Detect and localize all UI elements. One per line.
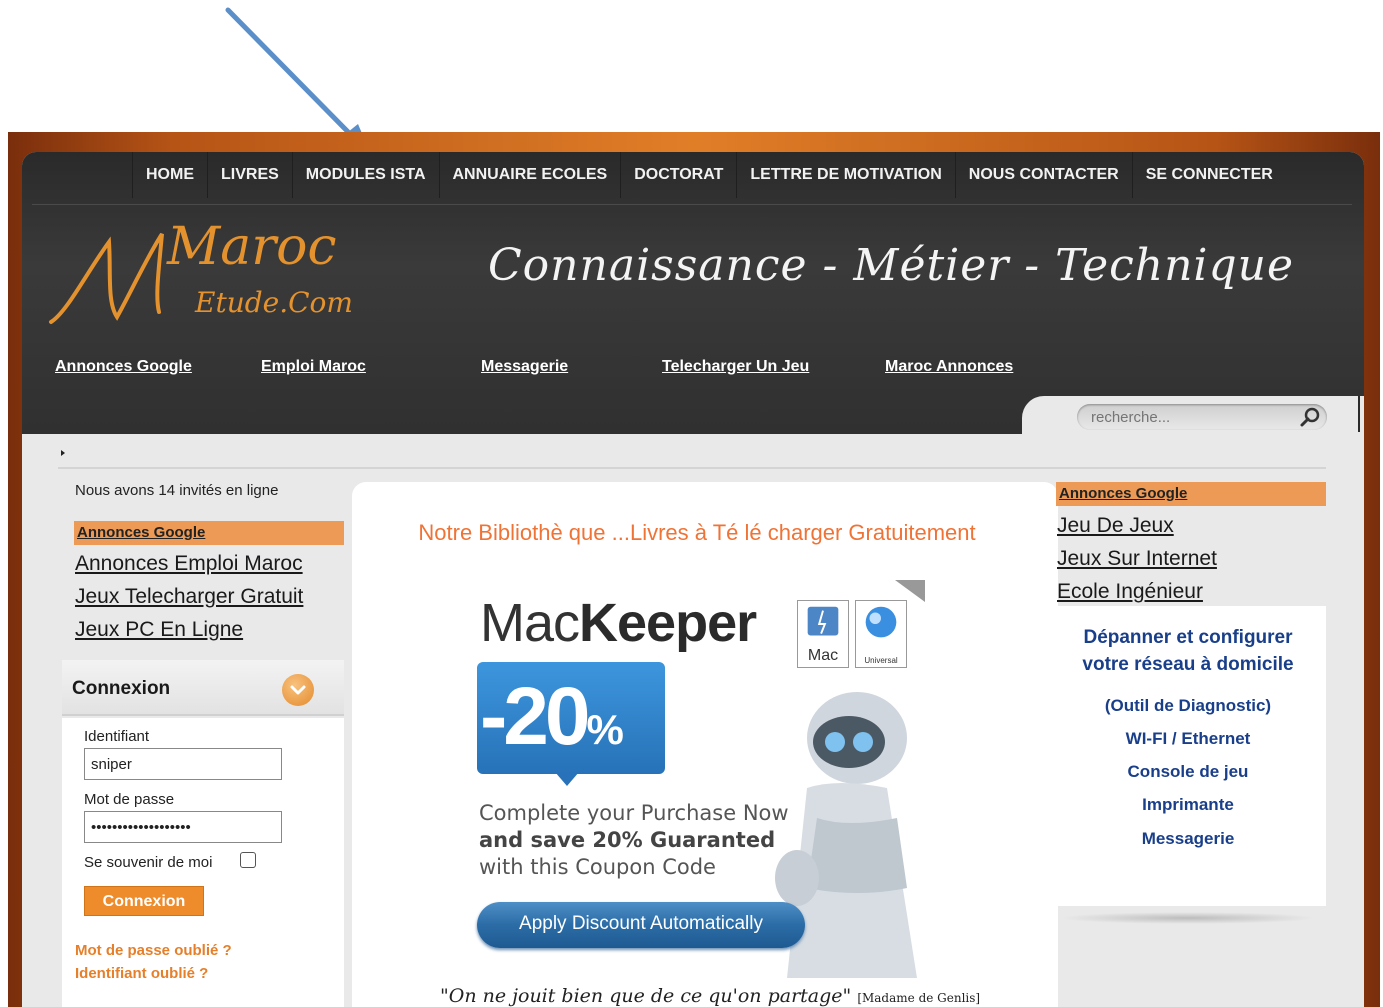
ads-links-left: Annonces Emploi Maroc Jeux Telecharger G…: [75, 552, 303, 651]
main-content: Notre Bibliothè que ...Livres à Té lé ch…: [352, 482, 1058, 1007]
breadcrumb-divider: [58, 467, 1326, 469]
network-promo[interactable]: Dépanner et configurer votre réseau à do…: [1050, 606, 1326, 906]
sub-navigation: Annonces Google Emploi Maroc Messagerie …: [55, 358, 1055, 382]
page: { "topnav": { "items": ["HOME", "LIVRES"…: [0, 0, 1383, 1007]
subnav-annonces-google[interactable]: Annonces Google: [55, 358, 192, 376]
nav-divider: [32, 204, 1352, 205]
login-title: Connexion: [72, 678, 171, 699]
ad-link-jeux-sur-internet[interactable]: Jeux Sur Internet: [1057, 547, 1217, 580]
nav-annuaire-ecoles[interactable]: ANNUAIRE ECOLES: [438, 152, 621, 198]
discount-value: -20%: [480, 671, 624, 762]
forgot-password-link[interactable]: Mot de passe oublié ?: [75, 942, 232, 959]
username-field[interactable]: [84, 748, 282, 780]
top-navigation: HOME LIVRES MODULES ISTA ANNUAIRE ECOLES…: [132, 152, 1286, 198]
mackeeper-ad[interactable]: MacKeeper Mac Universal -20% Complete yo…: [477, 580, 927, 978]
promo-item: Messagerie: [1141, 829, 1235, 848]
search-icon[interactable]: [1299, 406, 1321, 428]
ads-header-right[interactable]: Annonces Google: [1056, 482, 1326, 506]
site-tagline: Connaissance - Métier - Technique: [488, 240, 1295, 291]
ad-link-jeu-de-jeux[interactable]: Jeu De Jeux: [1057, 514, 1217, 547]
login-button[interactable]: Connexion: [84, 886, 204, 916]
badge-tail-icon: [555, 772, 579, 786]
subnav-maroc-annonces[interactable]: Maroc Annonces: [885, 358, 1013, 376]
ads-header-left[interactable]: Annonces Google: [74, 521, 344, 545]
search-input[interactable]: [1091, 408, 1291, 426]
subnav-telecharger-un-jeu[interactable]: Telecharger Un Jeu: [662, 358, 809, 376]
right-column: Annonces Google Jeu De Jeux Jeux Sur Int…: [1050, 482, 1326, 1007]
nav-doctorat[interactable]: DOCTORAT: [620, 152, 736, 198]
mac-os-icon: Mac: [797, 600, 849, 668]
username-label: Identifiant: [84, 728, 150, 745]
site-logo[interactable]: Maroc Etude.Com: [47, 212, 387, 342]
apply-discount-button[interactable]: Apply Discount Automatically: [477, 902, 805, 948]
ads-links-right: Jeu De Jeux Jeux Sur Internet Ecole Ingé…: [1057, 514, 1217, 613]
nav-se-connecter[interactable]: SE CONNECTER: [1131, 152, 1286, 198]
subnav-emploi-maroc[interactable]: Emploi Maroc: [261, 358, 366, 376]
nav-nous-contacter[interactable]: NOUS CONTACTER: [954, 152, 1132, 198]
svg-text:Etude.Com: Etude.Com: [194, 286, 353, 319]
nav-lettre-de-motivation[interactable]: LETTRE DE MOTIVATION: [736, 152, 954, 198]
remember-label: Se souvenir de moi: [84, 854, 213, 871]
promo-title: Dépanner et configurer votre réseau à do…: [1082, 627, 1294, 675]
universal-binary-icon: Universal: [855, 600, 907, 668]
promo-item: (Outil de Diagnostic): [1104, 696, 1272, 715]
left-column: Nous avons 14 invités en ligne Annonces …: [62, 480, 344, 1007]
remember-checkbox[interactable]: [240, 852, 256, 868]
nav-home[interactable]: HOME: [132, 152, 207, 198]
ad-brand: MacKeeper: [480, 593, 757, 653]
page-frame: HOME LIVRES MODULES ISTA ANNUAIRE ECOLES…: [8, 132, 1380, 1007]
online-users-text: Nous avons 14 invités en ligne: [75, 482, 279, 499]
password-label: Mot de passe: [84, 791, 175, 808]
login-form: Identifiant Mot de passe Se souvenir de …: [62, 718, 344, 1007]
ad-corner-icon: [895, 580, 925, 602]
nav-modules-ista[interactable]: MODULES ISTA: [291, 152, 439, 198]
ad-link-annonces-emploi-maroc[interactable]: Annonces Emploi Maroc: [75, 552, 303, 585]
promo-shadow: [1060, 912, 1316, 924]
search-box: [1077, 404, 1327, 430]
header-edge: [1358, 396, 1360, 432]
quote: "On ne jouit bien que de ce qu'on partag…: [440, 985, 981, 1007]
library-title[interactable]: Notre Bibliothè que ...Livres à Té lé ch…: [352, 520, 1042, 546]
subnav-messagerie[interactable]: Messagerie: [481, 358, 568, 376]
breadcrumb-arrow-icon: [61, 450, 65, 456]
login-panel-header: Connexion: [62, 660, 344, 716]
promo-item: Console de jeu: [1127, 762, 1249, 781]
nav-livres[interactable]: LIVRES: [207, 152, 292, 198]
ad-link-jeux-pc-en-ligne[interactable]: Jeux PC En Ligne: [75, 618, 303, 651]
login-arrow-icon[interactable]: [282, 674, 314, 706]
ad-copy: Complete your Purchase Now and save 20% …: [479, 801, 789, 879]
forgot-username-link[interactable]: Identifiant oublié ?: [75, 965, 208, 982]
ad-link-jeux-telecharger-gratuit[interactable]: Jeux Telecharger Gratuit: [75, 585, 303, 618]
promo-item: WI-FI / Ethernet: [1125, 729, 1251, 748]
site-container: HOME LIVRES MODULES ISTA ANNUAIRE ECOLES…: [22, 152, 1364, 1007]
promo-item: Imprimante: [1142, 795, 1234, 814]
password-field[interactable]: [84, 811, 282, 843]
site-header: HOME LIVRES MODULES ISTA ANNUAIRE ECOLES…: [22, 152, 1364, 434]
svg-text:Maroc: Maroc: [166, 217, 337, 277]
